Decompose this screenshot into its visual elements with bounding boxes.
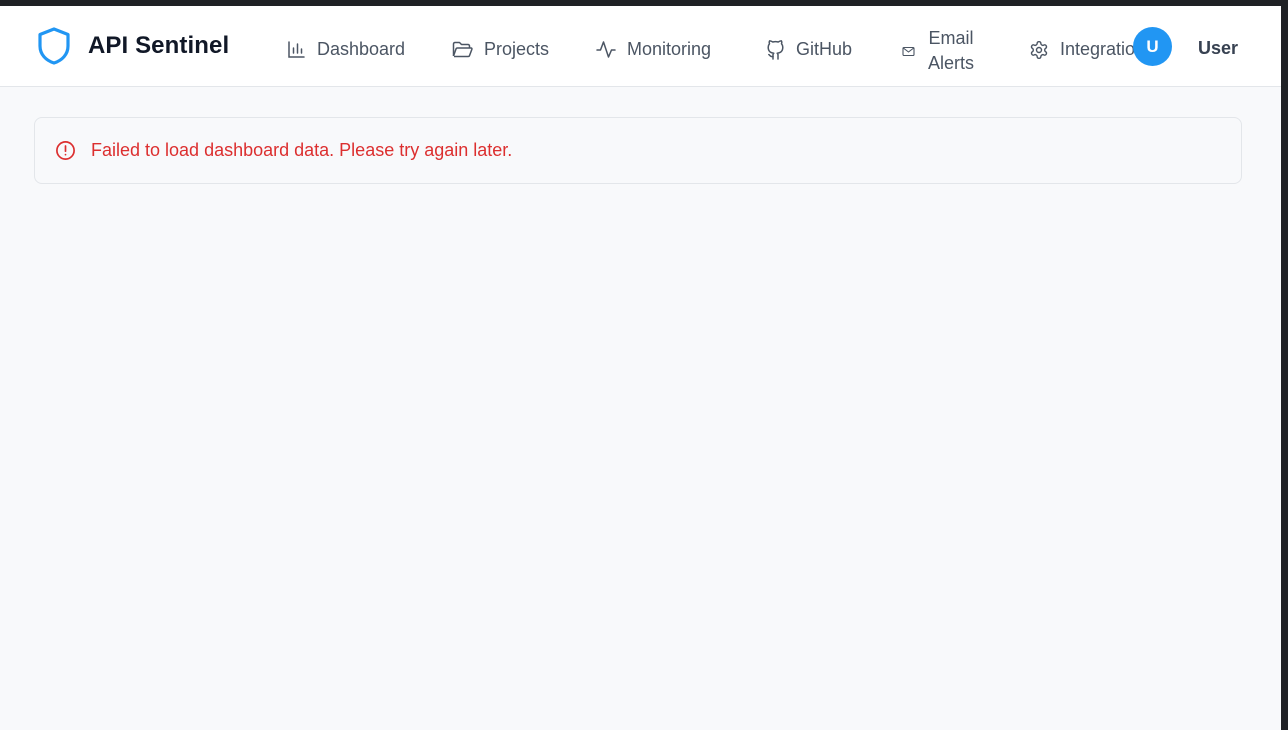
app-window: API Sentinel Dashboard Projects Monitori… bbox=[0, 6, 1281, 730]
nav-label-github: GitHub bbox=[796, 39, 853, 59]
avatar[interactable]: U bbox=[1133, 27, 1172, 66]
alert-circle-icon bbox=[56, 141, 75, 160]
nav-item-dashboard[interactable]: Dashboard bbox=[287, 39, 405, 60]
app-name: API Sentinel bbox=[88, 32, 230, 59]
nav-item-monitoring[interactable]: Monitoring bbox=[596, 39, 711, 60]
nav-label-monitoring: Monitoring bbox=[627, 39, 712, 59]
shield-icon bbox=[38, 27, 70, 65]
folder-open-icon bbox=[452, 41, 473, 59]
error-message: Failed to load dashboard data. Please tr… bbox=[91, 140, 513, 160]
nav-label-email-alerts: Email Alerts bbox=[927, 28, 974, 73]
gear-icon bbox=[1029, 40, 1049, 60]
bar-chart-icon bbox=[287, 40, 306, 59]
nav-item-email-alerts[interactable]: Email Alerts bbox=[902, 26, 977, 76]
activity-icon bbox=[596, 40, 616, 59]
top-navbar: API Sentinel Dashboard Projects Monitori… bbox=[0, 6, 1281, 87]
nav-item-projects[interactable]: Projects bbox=[452, 39, 549, 60]
nav-item-github[interactable]: GitHub bbox=[766, 39, 852, 60]
error-alert: Failed to load dashboard data. Please tr… bbox=[34, 117, 1242, 184]
user-name[interactable]: User bbox=[1198, 38, 1238, 59]
brand[interactable]: API Sentinel bbox=[36, 26, 229, 66]
nav-label-projects: Projects bbox=[484, 39, 550, 59]
github-icon bbox=[766, 39, 785, 60]
nav-label-dashboard: Dashboard bbox=[317, 39, 406, 59]
mail-icon bbox=[902, 46, 915, 57]
